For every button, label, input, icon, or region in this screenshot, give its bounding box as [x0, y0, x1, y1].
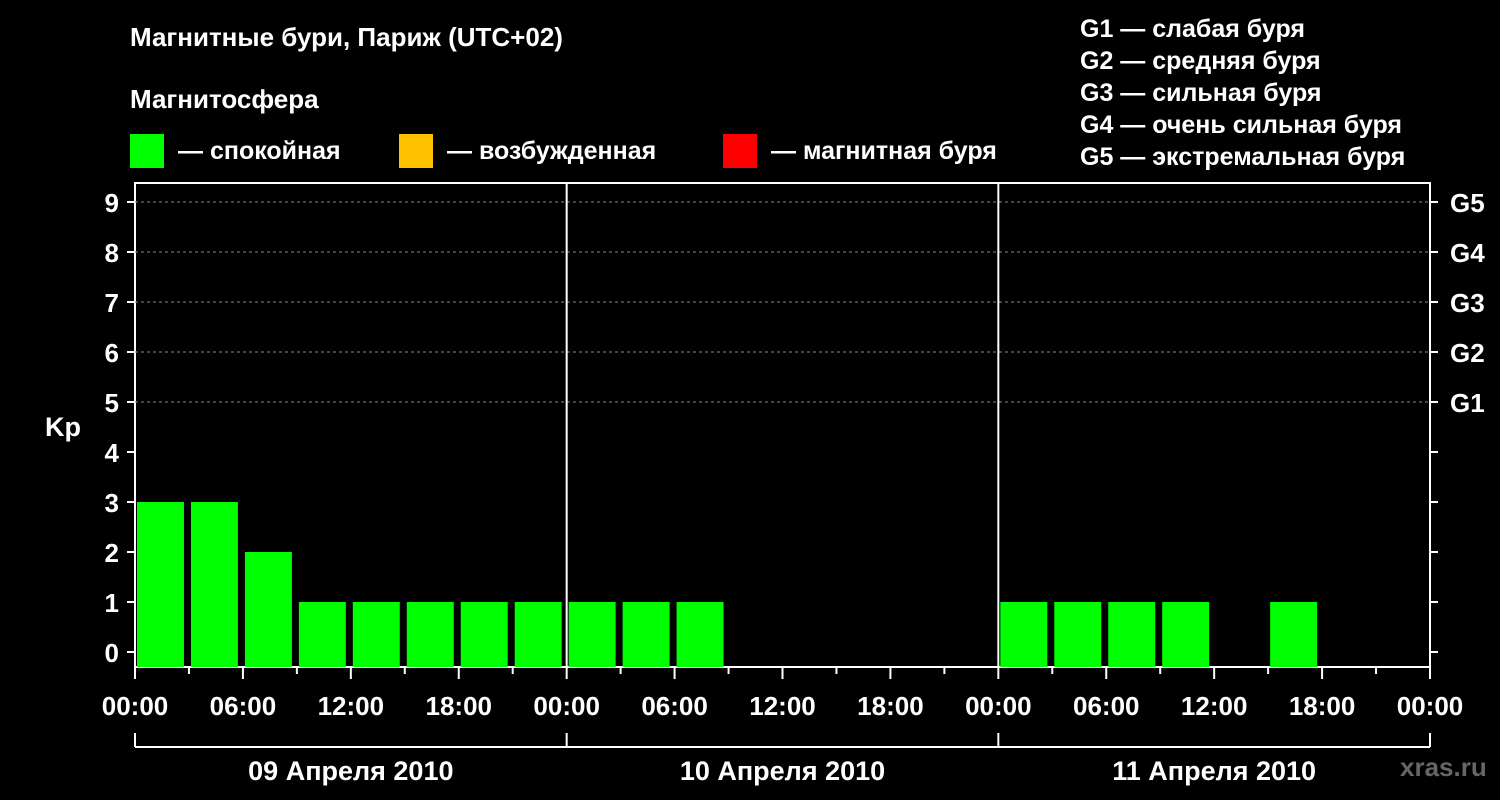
x-tick-label-4: 00:00 [533, 691, 600, 721]
y-tick-label-6: 6 [105, 338, 119, 368]
kp-bar-7 [514, 602, 562, 667]
kp-bar-1 [190, 502, 238, 667]
kp-bar-4 [352, 602, 400, 667]
x-tick-label-7: 18:00 [857, 691, 924, 721]
x-tick-label-12: 00:00 [1397, 691, 1464, 721]
x-tick-label-3: 18:00 [426, 691, 493, 721]
g-tick-label-g2: G2 [1450, 338, 1485, 368]
kp-bar-chart: 0 1 2 3 4 5 6 7 8 9 G1 G2 G3 G4 G5 Kp 00:00 06:00 12:00 18:… [45, 182, 1485, 786]
y-tick-label-2: 2 [105, 538, 119, 568]
x-tick-label-2: 12:00 [318, 691, 385, 721]
y-tick-label-8: 8 [105, 238, 119, 268]
kp-bar-2 [244, 552, 292, 667]
kp-bar-10 [676, 602, 724, 667]
x-tick-label-1: 06:00 [210, 691, 277, 721]
x-tick-label-9: 06:00 [1073, 691, 1140, 721]
y-tick-label-3: 3 [105, 488, 119, 518]
day-label-1: 10 Апреля 2010 [680, 756, 885, 786]
y-tick-label-4: 4 [105, 438, 120, 468]
day-label-0: 09 Апреля 2010 [248, 756, 453, 786]
x-tick-label-5: 06:00 [641, 691, 708, 721]
kp-bar-19 [1162, 602, 1210, 667]
y-axis-label: Kp [45, 412, 81, 442]
day-label-2: 11 Апреля 2010 [1112, 756, 1316, 786]
kp-bar-18 [1108, 602, 1156, 667]
kp-bar-16 [1000, 602, 1048, 667]
kp-bar-21 [1270, 602, 1318, 667]
kp-bar-3 [298, 602, 346, 667]
kp-bar-17 [1054, 602, 1102, 667]
site-watermark: xras.ru [1400, 752, 1487, 782]
kp-bar-8 [568, 602, 616, 667]
g-tick-label-g1: G1 [1450, 388, 1485, 418]
y-tick-label-7: 7 [105, 288, 119, 318]
x-tick-label-0: 00:00 [102, 691, 169, 721]
y-tick-label-9: 9 [105, 188, 119, 218]
kp-bar-0 [137, 502, 184, 667]
y-tick-label-5: 5 [105, 388, 119, 418]
kp-bar-9 [622, 602, 670, 667]
x-tick-label-6: 12:00 [749, 691, 816, 721]
y-tick-label-0: 0 [105, 638, 119, 668]
x-tick-label-10: 12:00 [1181, 691, 1248, 721]
x-tick-label-8: 00:00 [965, 691, 1032, 721]
plot-frame [134, 182, 1431, 668]
x-tick-label-11: 18:00 [1289, 691, 1356, 721]
y-tick-label-1: 1 [105, 588, 119, 618]
kp-bar-5 [406, 602, 454, 667]
g-tick-label-g5: G5 [1450, 188, 1485, 218]
g-tick-label-g4: G4 [1450, 238, 1485, 268]
g-tick-label-g3: G3 [1450, 288, 1485, 318]
kp-bar-6 [460, 602, 508, 667]
